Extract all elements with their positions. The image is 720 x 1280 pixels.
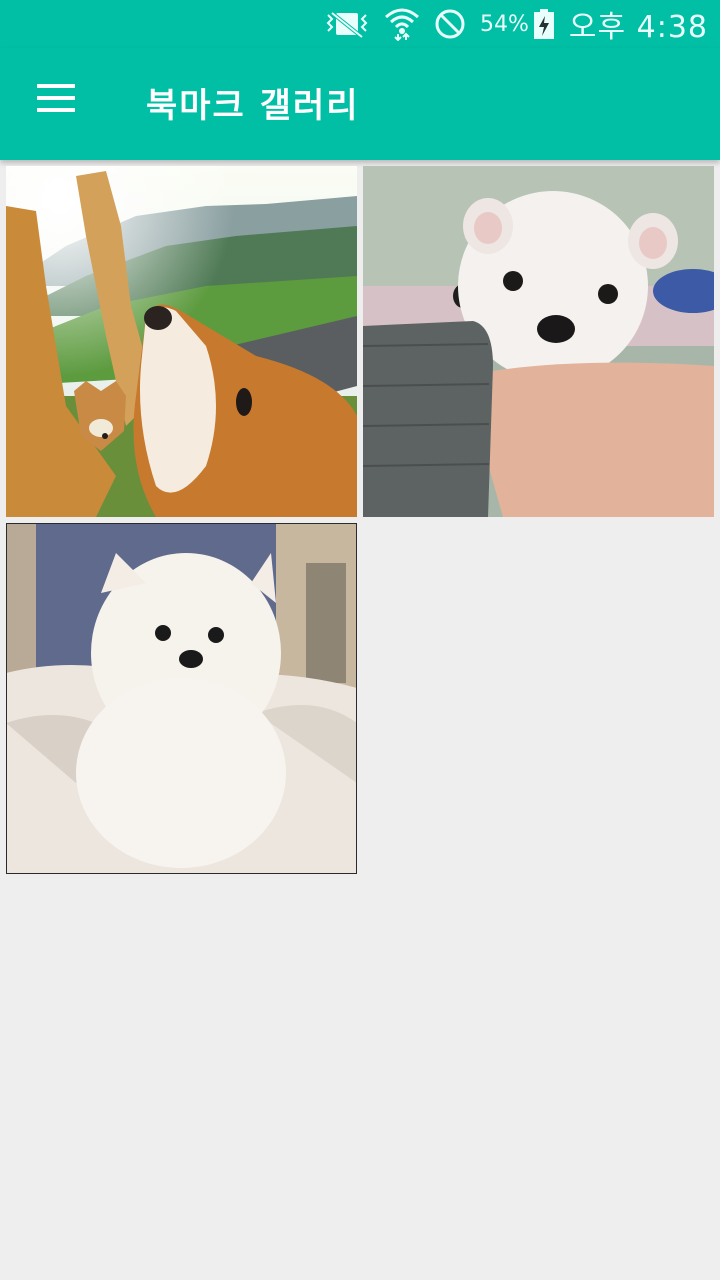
battery-percent: 54% (479, 11, 529, 37)
status-bar: 54% 오후 4:38 (0, 0, 720, 48)
gallery-item-shiba[interactable] (6, 166, 357, 517)
wifi-icon (384, 7, 420, 41)
clock: 오후 4:38 (568, 10, 708, 45)
app-bar: 북마크 갤러리 (0, 48, 720, 160)
shiba-photo (6, 166, 357, 517)
battery-charging-icon (533, 8, 555, 40)
page-title: 북마크 갤러리 (146, 86, 360, 126)
gallery-item-white-puppy[interactable] (363, 166, 714, 517)
menu-button[interactable] (22, 66, 90, 134)
white-puppy-photo (363, 166, 714, 517)
battery-group: 54% (480, 8, 555, 40)
vibrate-icon (324, 9, 370, 39)
menu-icon (37, 84, 75, 116)
pomeranian-photo (6, 523, 357, 874)
status-icons: 54% 오후 4:38 (324, 4, 708, 45)
do-not-disturb-icon (434, 8, 466, 40)
gallery-item-pomeranian[interactable] (6, 523, 357, 874)
